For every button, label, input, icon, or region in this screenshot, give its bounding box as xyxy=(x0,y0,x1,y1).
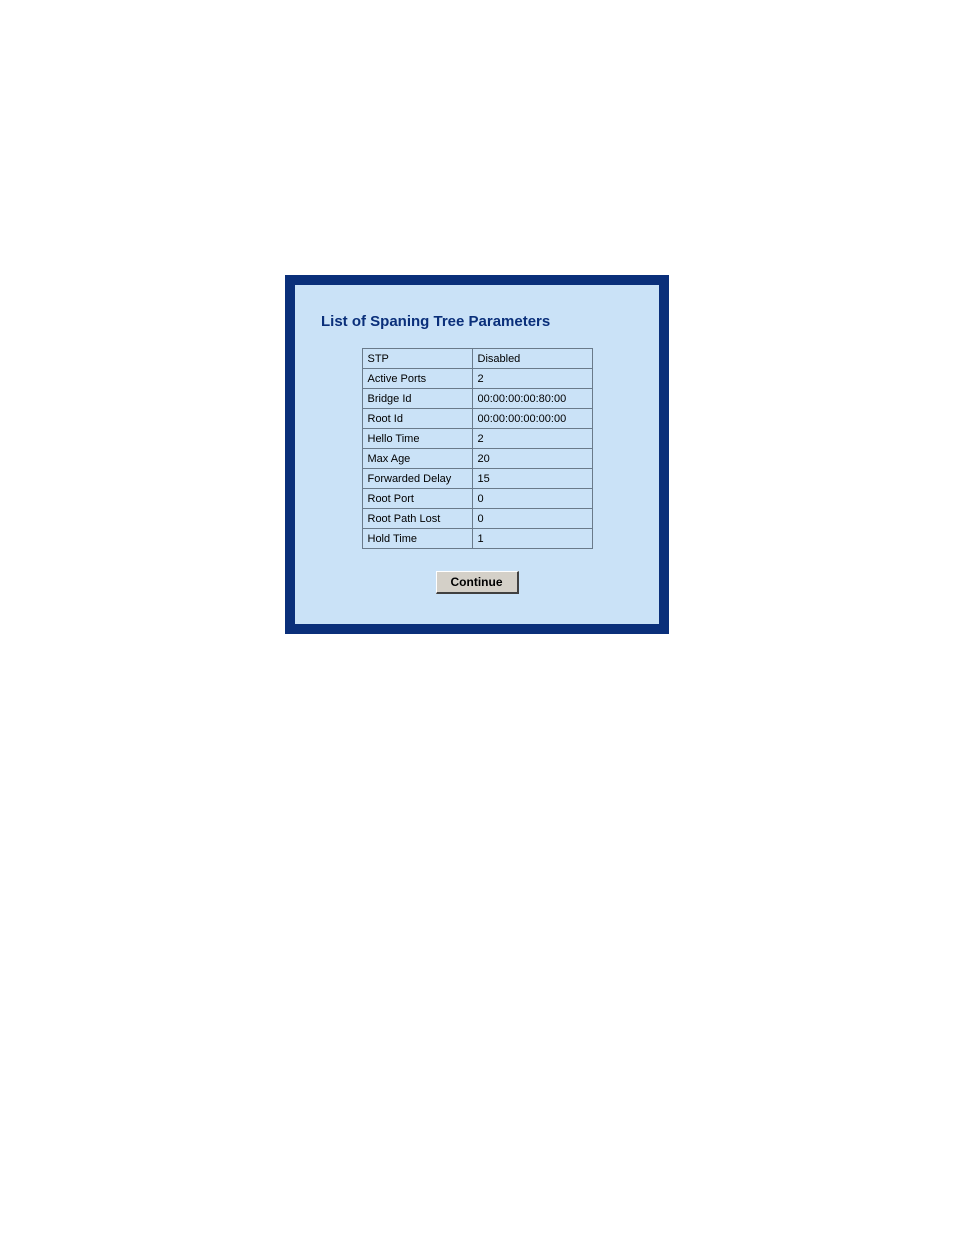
param-value: 0 xyxy=(472,489,592,509)
param-value: 00:00:00:00:80:00 xyxy=(472,389,592,409)
param-label: Active Ports xyxy=(362,369,472,389)
param-label: Hello Time xyxy=(362,429,472,449)
table-row: Hold Time 1 xyxy=(362,529,592,549)
param-label: Forwarded Delay xyxy=(362,469,472,489)
param-value: 15 xyxy=(472,469,592,489)
table-row: Root Port 0 xyxy=(362,489,592,509)
params-table: STP Disabled Active Ports 2 Bridge Id 00… xyxy=(362,348,593,549)
table-row: Bridge Id 00:00:00:00:80:00 xyxy=(362,389,592,409)
param-label: Max Age xyxy=(362,449,472,469)
table-row: Forwarded Delay 15 xyxy=(362,469,592,489)
button-row: Continue xyxy=(317,571,637,594)
table-row: STP Disabled xyxy=(362,349,592,369)
param-value: 2 xyxy=(472,429,592,449)
param-value: 2 xyxy=(472,369,592,389)
param-label: STP xyxy=(362,349,472,369)
page-title: List of Spaning Tree Parameters xyxy=(321,313,637,330)
param-value: 00:00:00:00:00:00 xyxy=(472,409,592,429)
param-label: Root Path Lost xyxy=(362,509,472,529)
param-label: Root Port xyxy=(362,489,472,509)
table-row: Max Age 20 xyxy=(362,449,592,469)
param-value: 20 xyxy=(472,449,592,469)
param-value: 1 xyxy=(472,529,592,549)
param-value: 0 xyxy=(472,509,592,529)
table-row: Active Ports 2 xyxy=(362,369,592,389)
table-row: Root Id 00:00:00:00:00:00 xyxy=(362,409,592,429)
param-value: Disabled xyxy=(472,349,592,369)
param-label: Root Id xyxy=(362,409,472,429)
table-row: Hello Time 2 xyxy=(362,429,592,449)
param-label: Bridge Id xyxy=(362,389,472,409)
continue-button[interactable]: Continue xyxy=(436,571,519,594)
param-label: Hold Time xyxy=(362,529,472,549)
table-row: Root Path Lost 0 xyxy=(362,509,592,529)
spanning-tree-panel: List of Spaning Tree Parameters STP Disa… xyxy=(285,275,669,634)
